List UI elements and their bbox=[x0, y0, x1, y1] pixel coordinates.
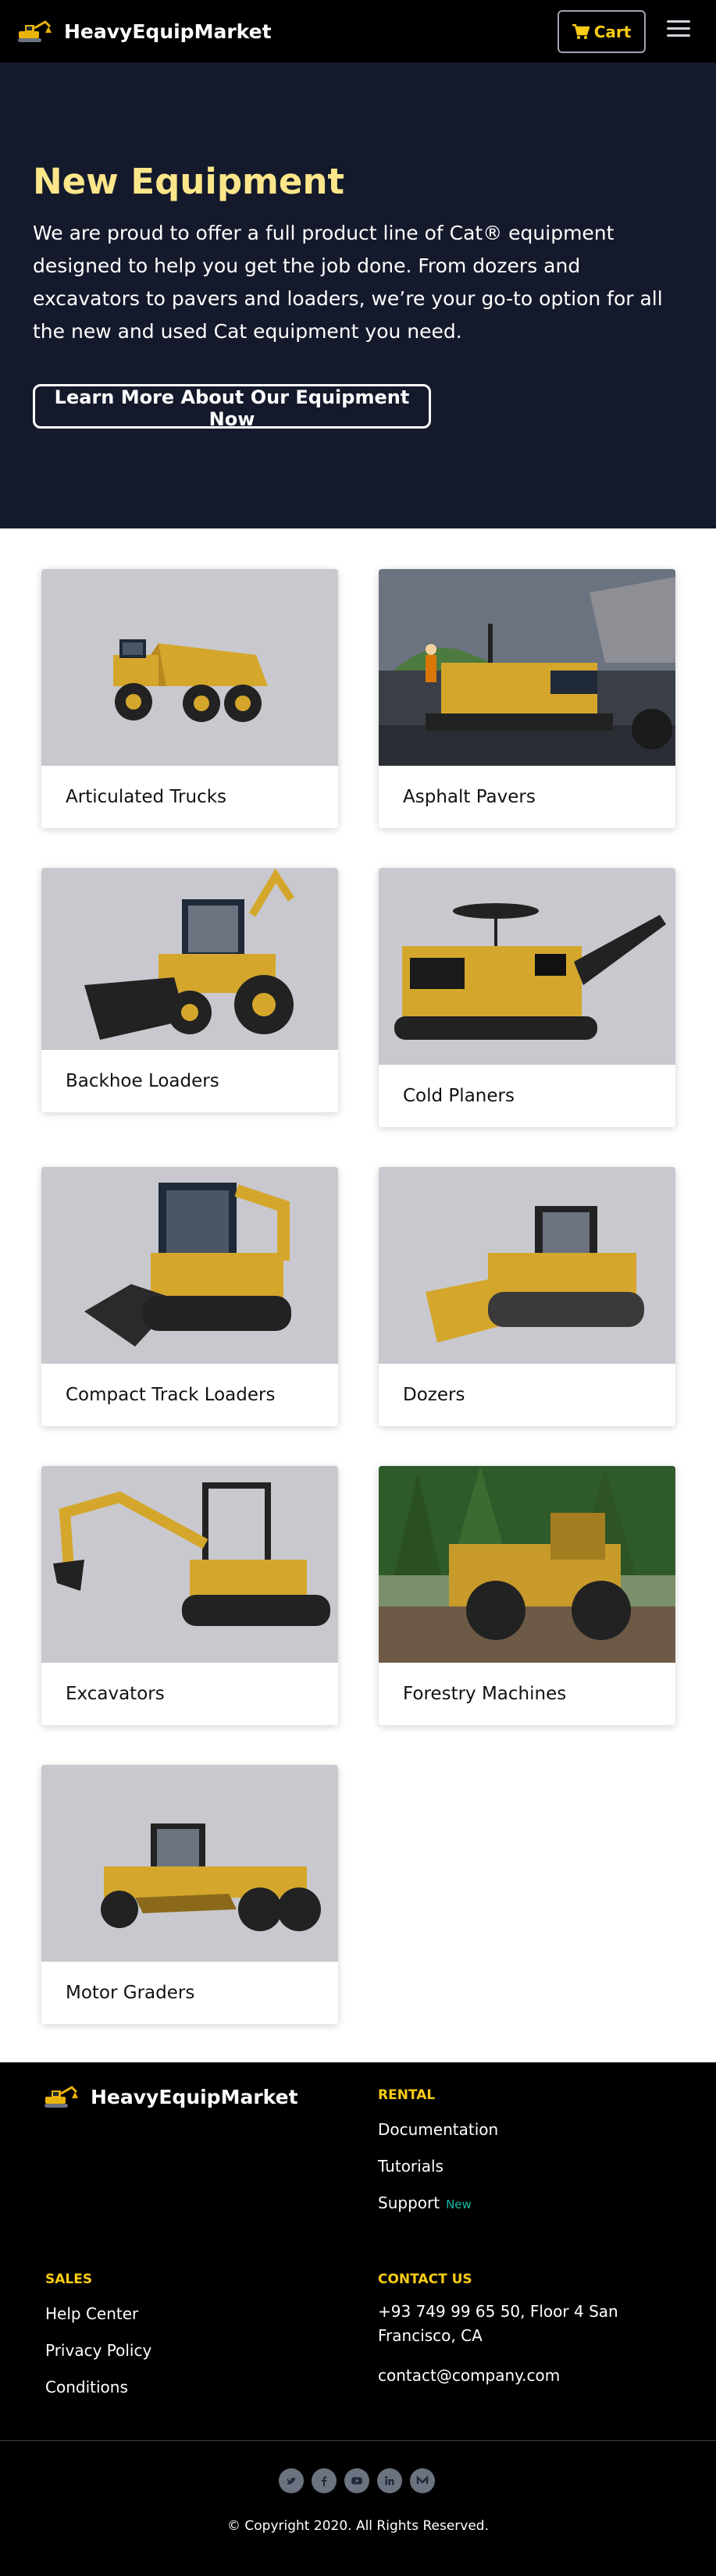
sales-heading: SALES bbox=[45, 2272, 93, 2287]
support-label: Support bbox=[378, 2194, 440, 2212]
category-label: Cold Planers bbox=[403, 1086, 515, 1106]
excavator-image bbox=[41, 1466, 338, 1663]
excavator-logo-icon bbox=[45, 2086, 78, 2108]
category-card-cold-planers[interactable]: Cold Planers bbox=[379, 868, 675, 1127]
category-card-backhoe-loaders[interactable]: Backhoe Loaders bbox=[41, 868, 338, 1112]
medium-icon[interactable] bbox=[410, 2468, 435, 2493]
site-footer: HeavyEquipMarket RENTAL Documentation Tu… bbox=[0, 2062, 716, 2576]
category-card-excavators[interactable]: Excavators bbox=[41, 1466, 338, 1725]
cart-icon bbox=[572, 23, 590, 39]
backhoe-loader-image bbox=[41, 868, 338, 1050]
tutorials-link[interactable]: Tutorials bbox=[378, 2157, 443, 2176]
category-label: Asphalt Pavers bbox=[403, 787, 536, 807]
brand-name: HeavyEquipMarket bbox=[64, 20, 272, 43]
copyright-text: © Copyright 2020. All Rights Reserved. bbox=[227, 2518, 489, 2534]
category-label: Excavators bbox=[66, 1684, 165, 1704]
youtube-icon[interactable] bbox=[344, 2468, 369, 2493]
documentation-link[interactable]: Documentation bbox=[378, 2120, 498, 2139]
cold-planer-image bbox=[379, 868, 675, 1065]
footer-brand-name: HeavyEquipMarket bbox=[91, 2085, 298, 2108]
category-label: Forestry Machines bbox=[403, 1684, 567, 1704]
contact-address: +93 749 99 65 50, Floor 4 San Francisco,… bbox=[378, 2302, 618, 2345]
facebook-icon[interactable] bbox=[312, 2468, 337, 2493]
twitter-icon[interactable] bbox=[279, 2468, 304, 2493]
category-card-forestry-machines[interactable]: Forestry Machines bbox=[379, 1466, 675, 1725]
learn-more-button[interactable]: Learn More About Our Equipment Now bbox=[33, 384, 431, 430]
rental-heading: RENTAL bbox=[378, 2087, 436, 2103]
excavator-logo-icon bbox=[18, 20, 52, 42]
asphalt-paver-image bbox=[379, 569, 675, 766]
new-badge: New bbox=[446, 2197, 472, 2211]
hero-description: We are proud to offer a full product lin… bbox=[33, 222, 663, 343]
category-label: Dozers bbox=[403, 1385, 465, 1405]
cart-button[interactable]: Cart bbox=[557, 10, 646, 53]
dozer-image bbox=[379, 1167, 675, 1364]
cart-label: Cart bbox=[593, 22, 632, 41]
category-card-articulated-trucks[interactable]: Articulated Trucks bbox=[41, 569, 338, 828]
brand-link[interactable]: HeavyEquipMarket bbox=[17, 19, 272, 44]
top-navbar: HeavyEquipMarket Cart bbox=[0, 0, 716, 62]
hero-section: New Equipment We are proud to offer a fu… bbox=[0, 62, 716, 528]
articulated-truck-image bbox=[41, 569, 338, 766]
social-links bbox=[279, 2468, 435, 2493]
help-center-link[interactable]: Help Center bbox=[45, 2304, 138, 2323]
contact-email[interactable]: contact@company.com bbox=[378, 2364, 560, 2388]
category-label: Motor Graders bbox=[66, 1983, 195, 2003]
privacy-policy-link[interactable]: Privacy Policy bbox=[45, 2341, 151, 2360]
conditions-link[interactable]: Conditions bbox=[45, 2378, 128, 2396]
category-card-motor-graders[interactable]: Motor Graders bbox=[41, 1765, 338, 2024]
contact-heading: CONTACT US bbox=[378, 2272, 472, 2287]
support-link[interactable]: Support New bbox=[378, 2194, 472, 2212]
motor-grader-image bbox=[41, 1765, 338, 1962]
linkedin-icon[interactable] bbox=[377, 2468, 402, 2493]
hamburger-menu-icon[interactable] bbox=[667, 20, 690, 41]
compact-track-loader-image bbox=[41, 1167, 338, 1364]
category-label: Articulated Trucks bbox=[66, 787, 227, 807]
category-label: Compact Track Loaders bbox=[66, 1385, 276, 1405]
category-card-asphalt-pavers[interactable]: Asphalt Pavers bbox=[379, 569, 675, 828]
category-card-dozers[interactable]: Dozers bbox=[379, 1167, 675, 1426]
category-label: Backhoe Loaders bbox=[66, 1071, 219, 1091]
footer-divider bbox=[0, 2440, 716, 2441]
footer-brand[interactable]: HeavyEquipMarket bbox=[44, 2084, 298, 2109]
hero-title: New Equipment bbox=[33, 161, 345, 202]
forestry-machine-image bbox=[379, 1466, 675, 1663]
category-card-compact-track-loaders[interactable]: Compact Track Loaders bbox=[41, 1167, 338, 1426]
